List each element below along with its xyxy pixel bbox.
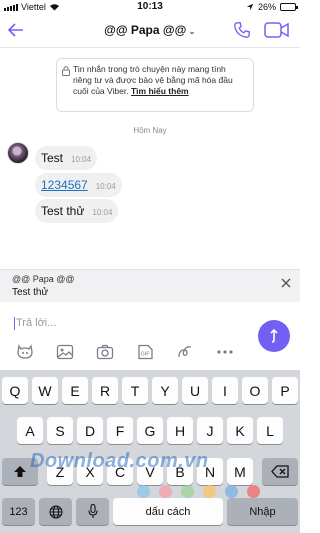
key-s[interactable]: S bbox=[47, 417, 73, 444]
key-m[interactable]: M bbox=[227, 458, 253, 485]
key-a[interactable]: A bbox=[17, 417, 43, 444]
key-y[interactable]: Y bbox=[152, 377, 178, 404]
key-n[interactable]: N bbox=[197, 458, 223, 485]
lock-icon bbox=[62, 66, 70, 76]
shift-icon bbox=[14, 466, 26, 477]
date-separator: Hôm Nay bbox=[133, 126, 167, 135]
reply-text: Test thử bbox=[12, 287, 49, 298]
message-bubble[interactable]: Test thử 10:04 bbox=[35, 199, 119, 223]
shift-key[interactable] bbox=[2, 458, 38, 485]
globe-key[interactable] bbox=[39, 498, 72, 525]
battery-icon bbox=[280, 3, 298, 11]
battery-percent: 26% bbox=[257, 2, 276, 12]
chevron-down-icon: ⌄ bbox=[188, 26, 196, 36]
sticker-icon[interactable] bbox=[16, 344, 34, 360]
phone-number-link[interactable]: 1234567 bbox=[41, 178, 88, 192]
message-time: 10:04 bbox=[95, 182, 116, 191]
key-v[interactable]: V bbox=[137, 458, 163, 485]
key-i[interactable]: I bbox=[212, 377, 238, 404]
space-key[interactable]: dấu cách bbox=[113, 498, 223, 525]
message-text: Test thử bbox=[41, 204, 85, 218]
key-r[interactable]: R bbox=[92, 377, 118, 404]
backspace-key[interactable] bbox=[262, 458, 298, 485]
key-p[interactable]: P bbox=[272, 377, 298, 404]
close-icon[interactable] bbox=[280, 277, 292, 289]
message-text: Test bbox=[41, 151, 64, 165]
send-button[interactable] bbox=[258, 320, 290, 352]
key-e[interactable]: E bbox=[62, 377, 88, 404]
gallery-icon[interactable] bbox=[56, 344, 74, 360]
globe-icon bbox=[48, 504, 63, 519]
more-icon[interactable] bbox=[216, 344, 234, 360]
doodle-icon[interactable] bbox=[176, 344, 194, 360]
encryption-notice: Tin nhắn trong trò chuyện này mang tính … bbox=[56, 58, 254, 112]
key-z[interactable]: Z bbox=[47, 458, 73, 485]
message-bubble[interactable]: 1234567 10:04 bbox=[35, 173, 122, 197]
key-h[interactable]: H bbox=[167, 417, 193, 444]
camera-icon[interactable] bbox=[96, 344, 114, 360]
microphone-icon bbox=[87, 504, 98, 518]
key-k[interactable]: K bbox=[227, 417, 253, 444]
dictation-key[interactable] bbox=[76, 498, 109, 525]
message-time: 10:04 bbox=[92, 208, 113, 217]
chat-title-text: @@ Papa @@ bbox=[104, 23, 187, 37]
status-bar: Viettel 10:13 26% bbox=[0, 0, 300, 14]
key-c[interactable]: C bbox=[107, 458, 133, 485]
avatar[interactable] bbox=[7, 142, 29, 164]
video-call-button[interactable] bbox=[264, 21, 290, 39]
text-cursor bbox=[14, 317, 15, 330]
gif-icon[interactable]: GIF bbox=[136, 344, 154, 360]
return-key[interactable]: Nhập bbox=[227, 498, 298, 525]
composer: GIF bbox=[0, 302, 300, 370]
call-button[interactable] bbox=[233, 21, 251, 39]
keyboard: Q W E R T Y U I O P A S D F G H J K L Z … bbox=[0, 370, 300, 533]
reply-preview: @@ Papa @@ Test thử bbox=[0, 269, 300, 302]
reply-name: @@ Papa @@ bbox=[12, 274, 75, 284]
numbers-key[interactable]: 123 bbox=[2, 498, 35, 525]
key-f[interactable]: F bbox=[107, 417, 133, 444]
chat-header: @@ Papa @@ ⌄ bbox=[0, 14, 300, 48]
key-x[interactable]: X bbox=[77, 458, 103, 485]
key-l[interactable]: L bbox=[257, 417, 283, 444]
watermark-dots bbox=[137, 485, 260, 498]
backspace-icon bbox=[271, 465, 289, 478]
message-input[interactable] bbox=[16, 312, 246, 334]
key-q[interactable]: Q bbox=[2, 377, 28, 404]
key-o[interactable]: O bbox=[242, 377, 268, 404]
location-icon bbox=[246, 3, 254, 11]
key-d[interactable]: D bbox=[77, 417, 103, 444]
key-w[interactable]: W bbox=[32, 377, 58, 404]
message-bubble[interactable]: Test 10:04 bbox=[35, 146, 98, 170]
key-j[interactable]: J bbox=[197, 417, 223, 444]
send-icon bbox=[270, 328, 278, 343]
key-u[interactable]: U bbox=[182, 377, 208, 404]
key-b[interactable]: B bbox=[167, 458, 193, 485]
message-time: 10:04 bbox=[71, 155, 92, 164]
learn-more-link[interactable]: Tìm hiểu thêm bbox=[131, 86, 189, 96]
svg-text:GIF: GIF bbox=[141, 352, 151, 358]
status-right: 26% bbox=[246, 2, 298, 12]
key-g[interactable]: G bbox=[137, 417, 163, 444]
chat-title[interactable]: @@ Papa @@ ⌄ bbox=[0, 23, 300, 37]
key-t[interactable]: T bbox=[122, 377, 148, 404]
